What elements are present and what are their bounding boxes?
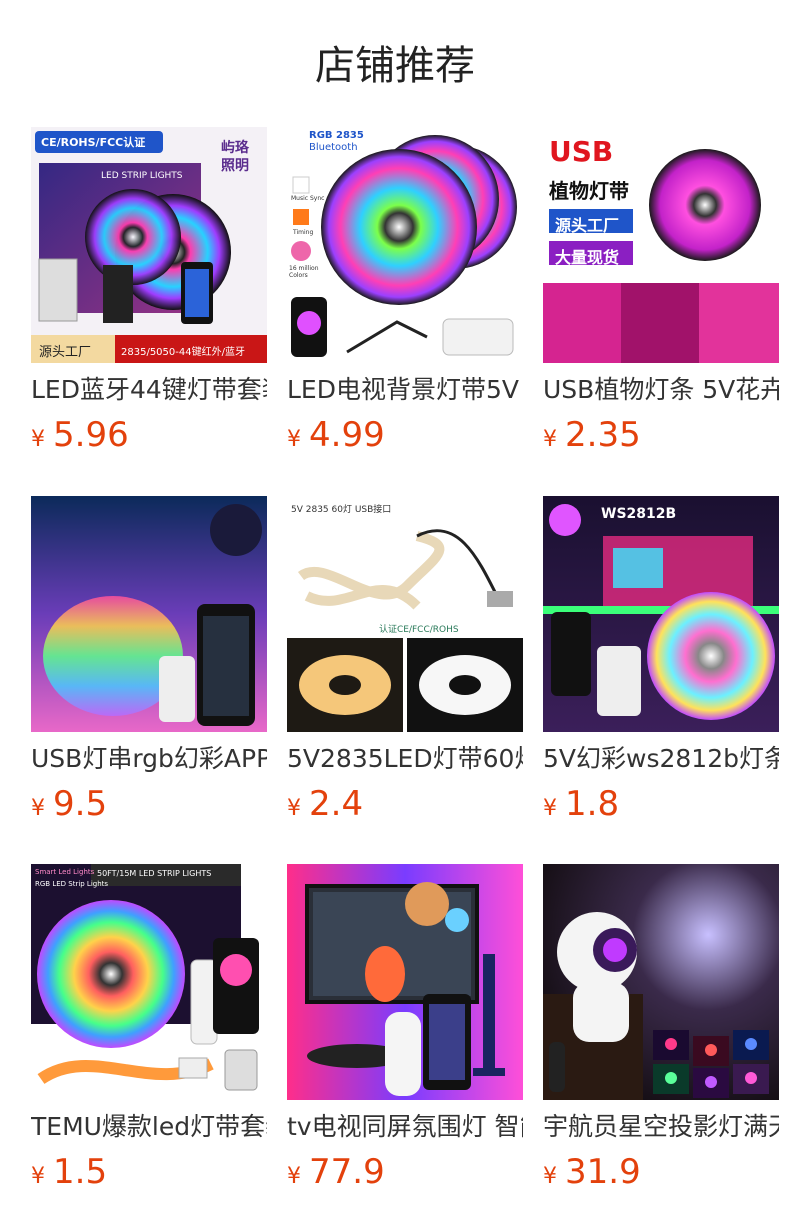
image-label-rgb: RGB 2835 [309,130,364,141]
product-price: ¥31.9 [543,1150,779,1194]
product-card[interactable]: 5V 2835 60灯 USB接口 认证CE/FCC/ROHS 5V2835LE… [287,496,523,826]
product-name[interactable]: LED蓝牙44键灯带套装 [31,371,267,409]
image-badge-factory: 源头工厂 [555,216,620,235]
product-price: ¥5.96 [31,413,267,457]
product-name[interactable]: USB灯串rgb幻彩APP [31,740,267,778]
image-label-spec: 5V 2835 60灯 USB接口 [291,505,392,515]
product-price: ¥4.99 [287,413,523,457]
image-label-plant: 植物灯带 [549,179,629,203]
image-label-colors: 16 million Colors [289,265,319,279]
image-label-smart: Smart Led Lights [35,868,95,876]
price-value: 77.9 [309,1152,385,1192]
currency-symbol: ¥ [287,427,301,452]
product-card[interactable]: WS2812B 5V幻彩ws2812b灯条 ¥1.8 [543,496,779,826]
product-name[interactable]: tv电视同屏氛围灯 智能 [287,1108,523,1146]
image-label-music: Music Sync [291,195,325,202]
currency-symbol: ¥ [543,796,557,821]
product-card[interactable]: tv电视同屏氛围灯 智能 ¥77.9 [287,864,523,1194]
image-badge-cert: CE/ROHS/FCC认证 [41,136,146,149]
product-image[interactable]: Smart Led Lights RGB LED Strip Lights 50… [31,864,267,1100]
product-image[interactable] [31,496,267,732]
price-value: 1.8 [565,784,620,824]
price-value: 1.5 [53,1152,108,1192]
product-card[interactable]: RGB 2835 Bluetooth Music Sync Timing 16 … [287,127,523,457]
product-image[interactable]: CE/ROHS/FCC认证 屿珞 照明 LED STRIP LIGHTS 源头工… [31,127,267,363]
image-label-length: 50FT/15M LED STRIP LIGHTS [97,869,212,878]
product-image[interactable] [543,864,779,1100]
price-value: 2.4 [309,784,364,824]
price-value: 2.35 [565,415,641,455]
currency-symbol: ¥ [31,796,45,821]
currency-symbol: ¥ [31,1164,45,1189]
product-image[interactable]: RGB 2835 Bluetooth Music Sync Timing 16 … [287,127,523,363]
product-card[interactable]: CE/ROHS/FCC认证 屿珞 照明 LED STRIP LIGHTS 源头工… [31,127,267,457]
product-name[interactable]: USB植物灯条 5V花卉 [543,371,779,409]
image-brand-2: 照明 [221,158,249,174]
image-label-bt: Bluetooth [309,142,358,153]
product-card[interactable]: USB 植物灯带 源头工厂 大量现货 USB植物灯条 5V花卉 ¥2.35 [543,127,779,457]
image-brand-1: 屿珞 [221,140,249,156]
currency-symbol: ¥ [543,1164,557,1189]
product-card[interactable]: USB灯串rgb幻彩APP ¥9.5 [31,496,267,826]
image-badge-spec: 2835/5050-44键红外/蓝牙 [121,347,245,358]
section-title: 店铺推荐 [315,43,475,89]
product-image[interactable]: 5V 2835 60灯 USB接口 认证CE/FCC/ROHS [287,496,523,732]
product-name[interactable]: 5V2835LED灯带60灯 [287,740,523,778]
image-label-chip: WS2812B [601,506,677,522]
price-value: 9.5 [53,784,108,824]
product-price: ¥1.8 [543,782,779,826]
image-label: LED STRIP LIGHTS [101,171,183,181]
price-value: 4.99 [309,415,385,455]
product-price: ¥77.9 [287,1150,523,1194]
product-price: ¥1.5 [31,1150,267,1194]
product-image[interactable]: USB 植物灯带 源头工厂 大量现货 [543,127,779,363]
currency-symbol: ¥ [31,427,45,452]
price-value: 5.96 [53,415,129,455]
product-price: ¥2.35 [543,413,779,457]
product-image[interactable] [287,864,523,1100]
image-label-rgb: RGB LED Strip Lights [35,880,109,888]
product-card[interactable]: 宇航员星空投影灯满天星 ¥31.9 [543,864,779,1194]
product-name[interactable]: TEMU爆款led灯带套装 [31,1108,267,1146]
currency-symbol: ¥ [543,427,557,452]
image-label-timing: Timing [293,229,314,236]
image-label-cert: 认证CE/FCC/ROHS [379,625,459,635]
image-badge-factory: 源头工厂 [39,345,92,360]
product-name[interactable]: LED电视背景灯带5V [287,371,523,409]
product-card[interactable]: Smart Led Lights RGB LED Strip Lights 50… [31,864,267,1194]
product-name[interactable]: 5V幻彩ws2812b灯条 [543,740,779,778]
image-label-usb: USB [549,135,614,168]
product-image[interactable]: WS2812B [543,496,779,732]
currency-symbol: ¥ [287,1164,301,1189]
currency-symbol: ¥ [287,796,301,821]
product-name[interactable]: 宇航员星空投影灯满天星 [543,1108,779,1146]
product-price: ¥2.4 [287,782,523,826]
image-badge-stock: 大量现货 [555,248,620,267]
price-value: 31.9 [565,1152,641,1192]
product-price: ¥9.5 [31,782,267,826]
